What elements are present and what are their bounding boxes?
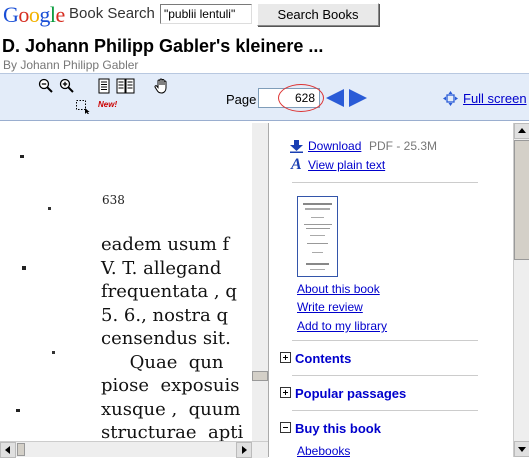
minus-icon[interactable] [280,422,291,433]
book-cover-thumbnail[interactable] [297,196,338,277]
scanned-text-line: 5. 6., nostra q [101,304,228,326]
one-page-icon[interactable] [96,78,112,94]
page-viewer[interactable]: 638 eadem usum f V. T. allegand frequentat… [0,123,268,457]
book-author: By Johann Philipp Gabler [3,58,139,72]
prev-page-icon[interactable] [325,88,345,108]
hand-icon[interactable] [153,77,171,95]
fullscreen-icon[interactable] [443,91,458,106]
google-logo[interactable]: Google [3,2,65,27]
zoom-in-icon[interactable] [59,78,75,94]
page-label: Page [226,92,257,107]
full-screen-link[interactable]: Full screen [463,91,527,106]
arrow-right-icon [242,446,247,454]
product-name: Book Search [69,5,155,22]
sidebar-divider [292,410,478,411]
scanned-text-line: xusque , quum [101,398,241,420]
arrow-left-icon [5,446,10,454]
search-input[interactable]: "publii lentuli" [160,4,252,24]
download-link[interactable]: Download [308,139,361,153]
google-logo-text: G [3,2,19,27]
download-meta: PDF - 25.3M [369,139,438,153]
viewer-toolbar: New! Page 628 Full screen [0,73,529,121]
arrow-down-icon [518,447,526,452]
plain-text-icon[interactable]: A [291,156,302,174]
plus-icon[interactable] [280,352,291,363]
scanned-text-line: eadem usum f [101,234,230,255]
abebooks-link[interactable]: Abebooks [297,444,350,457]
viewer-horizontal-scrollbar[interactable] [0,441,268,458]
about-this-book-link[interactable]: About this book [297,282,380,296]
scanned-text-line: piose exposuis [101,375,240,396]
buy-this-book-section-toggle[interactable]: Buy this book [295,421,381,436]
search-books-button[interactable]: Search Books [257,3,379,26]
sidebar-divider [292,340,478,341]
page-number-input[interactable]: 628 [258,88,320,108]
contents-section-toggle[interactable]: Contents [295,351,351,366]
scroll-right-button[interactable] [236,442,252,458]
sidebar-divider [292,375,478,376]
download-icon[interactable] [290,140,303,153]
sidebar-scroll-down-button[interactable] [514,441,529,457]
scanned-text-line: censendus sit. [101,328,231,349]
popular-passages-section-toggle[interactable]: Popular passages [295,386,406,401]
scroll-left-button[interactable] [0,442,16,458]
sidebar-scroll-up-button[interactable] [514,123,529,139]
scanned-text-line: V. T. allegand [101,257,222,279]
viewer-vertical-scrollbar[interactable] [252,123,268,441]
scanned-page-number: 638 [102,193,125,207]
view-plain-text-link[interactable]: View plain text [308,158,385,172]
sidebar-scroll-thumb[interactable] [514,140,529,260]
book-title: D. Johann Philipp Gabler's kleinere ... [2,36,324,56]
zoom-out-icon[interactable] [38,78,54,94]
new-badge: New! [98,100,118,109]
viewer-scroll-thumb[interactable] [252,371,268,381]
arrow-up-icon [518,128,526,133]
sidebar-divider [292,182,478,183]
clip-icon[interactable] [75,99,90,114]
write-review-link[interactable]: Write review [297,300,363,314]
scanned-page-text: eadem usum f V. T. allegand frequentata , … [101,233,243,445]
scanned-text-line: Quae qun [101,351,224,373]
next-page-icon[interactable] [348,88,368,108]
scanned-text-line: frequentata , q [101,281,237,302]
scroll-corner [252,442,268,458]
sidebar-vertical-scrollbar[interactable] [513,123,529,457]
two-page-icon[interactable] [116,78,135,94]
add-to-library-link[interactable]: Add to my library [297,319,387,333]
scroll-horizontal-thumb[interactable] [17,443,25,456]
plus-icon[interactable] [280,387,291,398]
